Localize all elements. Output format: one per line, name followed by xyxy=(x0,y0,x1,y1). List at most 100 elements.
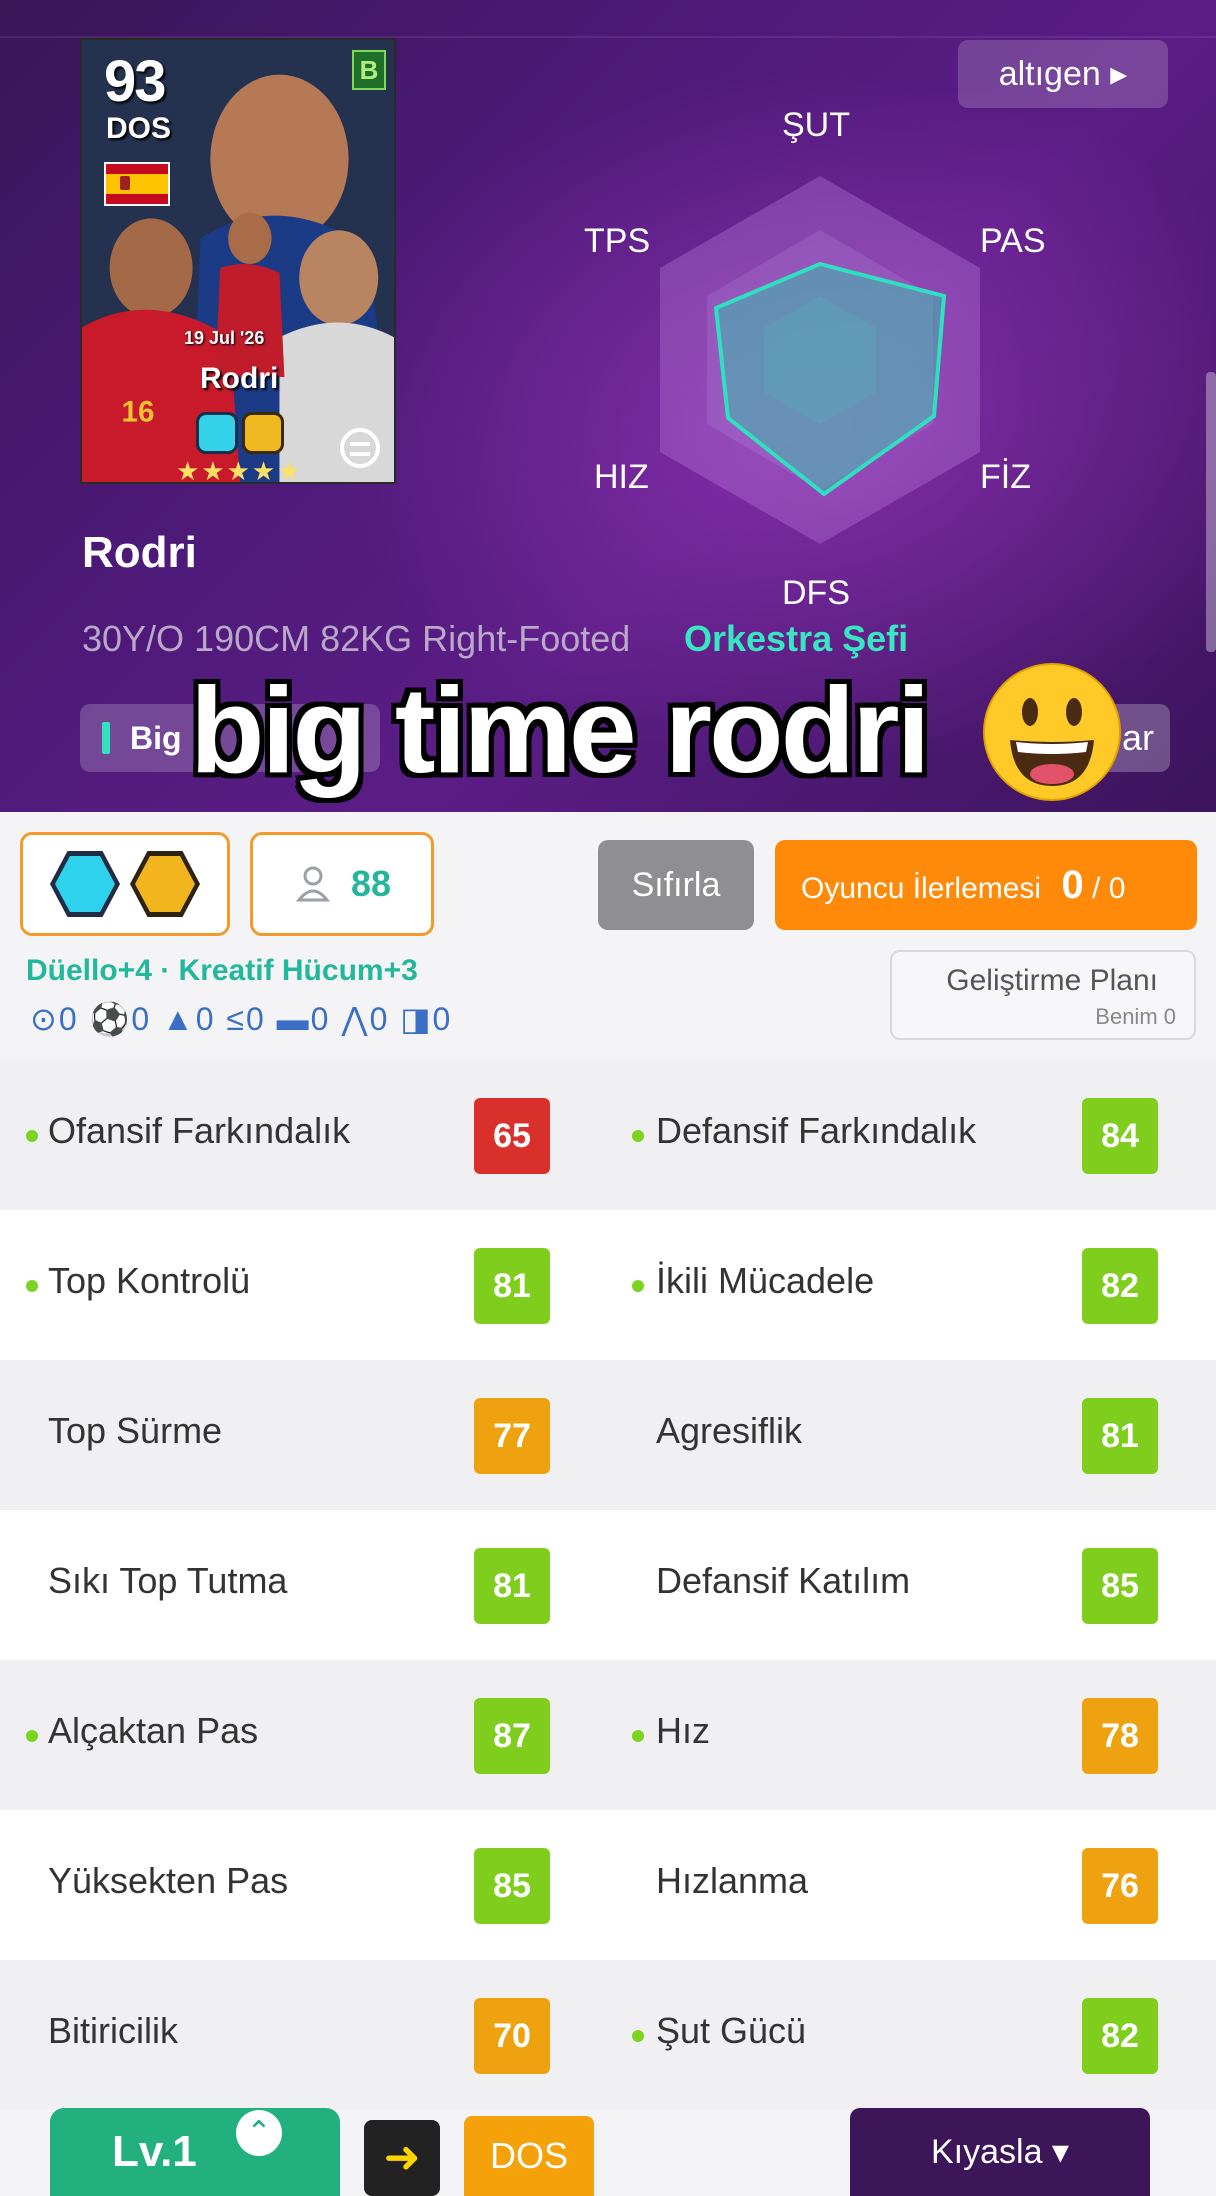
video-caption: big time rodri xyxy=(190,662,930,798)
footer-bar: Lv.1 ⌃ ➜ DOS Kıyasla ▾ xyxy=(0,2090,1216,2196)
stat-label: Hız xyxy=(656,1710,710,1751)
radar-label-passing: PAS xyxy=(980,222,1046,260)
stat-row: Yüksekten Pas 85 Hızlanma 76 xyxy=(0,1810,1216,1960)
stat-cell-right[interactable]: Agresiflik 81 xyxy=(608,1360,1168,1510)
stat-cell-left[interactable]: Sıkı Top Tutma 81 xyxy=(0,1510,560,1660)
level-label: Lv.1 xyxy=(112,2127,197,2176)
stat-cell-left[interactable]: Yüksekten Pas 85 xyxy=(0,1810,560,1960)
stat-label: Hızlanma xyxy=(656,1860,809,1901)
trainer-points-value: 88 xyxy=(350,863,392,904)
stat-value-badge: 87 xyxy=(474,1698,550,1774)
position-badge[interactable]: DOS xyxy=(464,2116,594,2196)
boosted-dot-icon xyxy=(26,1280,38,1292)
card-date: 19 Jul '26 xyxy=(184,328,265,348)
stat-value-badge: 82 xyxy=(1082,1248,1158,1324)
stat-value-badge: 70 xyxy=(474,1998,550,2074)
stat-label: Top Kontrolü xyxy=(48,1260,251,1301)
radar-label-defending: DFS xyxy=(782,574,850,612)
radar-label-dribbling: TPS xyxy=(584,222,651,260)
player-card[interactable]: 16 93 DOS B 19 Jul '26 Rodri ★★★★★ xyxy=(80,38,396,484)
stat-boosts: Düello+4 · Kreatif Hücum+3 xyxy=(26,954,418,987)
smiley-emoji-icon xyxy=(983,663,1121,801)
playing-style[interactable]: Orkestra Şefi xyxy=(684,618,908,660)
compare-button[interactable]: Kıyasla ▾ xyxy=(850,2108,1150,2196)
player-progress-button[interactable]: Oyuncu İlerlemesi 0 / 0 xyxy=(775,840,1197,930)
stat-label: Defansif Farkındalık xyxy=(656,1110,977,1151)
stat-label: Alçaktan Pas xyxy=(48,1710,259,1751)
boosted-dot-icon xyxy=(632,2030,644,2042)
boosted-dot-icon xyxy=(26,1130,38,1142)
stat-cell-left[interactable]: Alçaktan Pas 87 xyxy=(0,1660,560,1810)
stat-value-badge: 84 xyxy=(1082,1098,1158,1174)
stat-label: Yüksekten Pas xyxy=(48,1860,289,1901)
player-name: Rodri xyxy=(82,528,197,577)
stat-label: Agresiflik xyxy=(656,1410,803,1451)
stat-row: Bitiricilik 70 Şut Gücü 82 xyxy=(0,1960,1216,2110)
skills-button[interactable] xyxy=(20,832,230,936)
radar-label-physical: FİZ xyxy=(980,458,1031,496)
development-plan-button[interactable]: Geliştirme Planı Benim 0 xyxy=(890,950,1196,1040)
stat-cell-right[interactable]: Defansif Katılım 85 xyxy=(608,1510,1168,1660)
card-stars: ★★★★★ xyxy=(176,456,303,484)
stat-label: Ofansif Farkındalık xyxy=(48,1110,351,1151)
development-plan-title: Geliştirme Planı xyxy=(946,964,1158,997)
player-progress-current: 0 xyxy=(1061,863,1084,907)
stat-label: Bitiricilik xyxy=(48,2010,178,2051)
card-player-name: Rodri xyxy=(200,362,279,395)
stat-cell-right[interactable]: Hızlanma 76 xyxy=(608,1810,1168,1960)
stat-value-badge: 82 xyxy=(1082,1998,1158,2074)
radar-label-shooting: ŞUT xyxy=(782,106,850,144)
stat-cell-left[interactable]: Bitiricilik 70 xyxy=(0,1960,560,2110)
stat-value-badge: 81 xyxy=(1082,1398,1158,1474)
trainer-points-button[interactable]: 88 xyxy=(250,832,434,936)
stat-cell-right[interactable]: Defansif Farkındalık 84 xyxy=(608,1060,1168,1210)
stat-row: Ofansif Farkındalık 65 Defansif Farkındalı… xyxy=(0,1060,1216,1210)
stat-cell-left[interactable]: Top Sürme 77 xyxy=(0,1360,560,1510)
player-header: 16 93 DOS B 19 Jul '26 Rodri ★★★★★ altıg… xyxy=(0,0,1216,812)
skill-gold-icon xyxy=(242,412,284,454)
stat-row: Top Kontrolü 81 İkili Mücadele 82 xyxy=(0,1210,1216,1360)
skill-hexagon-cyan-icon xyxy=(50,851,120,917)
radar-label-speed: HIZ xyxy=(594,458,649,496)
efootball-logo-icon xyxy=(340,428,380,468)
stat-cell-left[interactable]: Top Kontrolü 81 xyxy=(0,1210,560,1360)
stat-cell-right[interactable]: Hız 78 xyxy=(608,1660,1168,1810)
spain-flag-icon xyxy=(104,162,170,206)
stat-value-badge: 65 xyxy=(474,1098,550,1174)
radar-svg xyxy=(660,176,980,544)
boosted-dot-icon xyxy=(632,1130,644,1142)
level-button[interactable]: Lv.1 xyxy=(50,2108,340,2196)
card-grade-badge: B xyxy=(352,50,386,90)
boosted-dot-icon xyxy=(632,1280,644,1292)
stat-label: Sıkı Top Tutma xyxy=(48,1560,288,1601)
stat-label: Top Sürme xyxy=(48,1410,223,1451)
stat-row: Alçaktan Pas 87 Hız 78 xyxy=(0,1660,1216,1810)
boosted-dot-icon xyxy=(26,1730,38,1742)
stat-value-badge: 85 xyxy=(1082,1548,1158,1624)
stat-value-badge: 76 xyxy=(1082,1848,1158,1924)
stat-value-badge: 81 xyxy=(474,1548,550,1624)
header-scrollbar[interactable] xyxy=(1206,372,1216,652)
stat-row: Top Sürme 77 Agresiflik 81 xyxy=(0,1360,1216,1510)
arrow-right-icon: ➜ xyxy=(364,2120,440,2196)
point-indicators: ⊙0 ⚽0 ▲0 ≤0 ▬0 ⋀0 ◨0 xyxy=(30,1001,453,1037)
hexagon-view-toggle[interactable]: altıgen ▸ xyxy=(958,40,1168,108)
card-position: DOS xyxy=(106,112,172,145)
stat-cell-left[interactable]: Ofansif Farkındalık 65 xyxy=(0,1060,560,1210)
stat-cell-right[interactable]: Şut Gücü 82 xyxy=(608,1960,1168,2110)
stat-label: Şut Gücü xyxy=(656,2010,807,2051)
stat-value-badge: 77 xyxy=(474,1398,550,1474)
stats-table: Ofansif Farkındalık 65 Defansif Farkındalı… xyxy=(0,1060,1216,2110)
player-info: 30Y/O 190CM 82KG Right-Footed xyxy=(82,618,631,659)
stat-value-badge: 85 xyxy=(474,1848,550,1924)
boosted-dot-icon xyxy=(632,1730,644,1742)
stat-cell-right[interactable]: İkili Mücadele 82 xyxy=(608,1210,1168,1360)
reset-button[interactable]: Sıfırla xyxy=(598,840,754,930)
card-rating: 93 xyxy=(104,49,166,114)
stat-label: Defansif Katılım xyxy=(656,1560,911,1601)
stat-radar-chart: ŞUT PAS FİZ DFS HIZ TPS xyxy=(560,100,1080,640)
stat-value-badge: 81 xyxy=(474,1248,550,1324)
stat-value-badge: 78 xyxy=(1082,1698,1158,1774)
stat-label: İkili Mücadele xyxy=(656,1260,875,1301)
level-up-icon[interactable]: ⌃ xyxy=(236,2110,282,2156)
